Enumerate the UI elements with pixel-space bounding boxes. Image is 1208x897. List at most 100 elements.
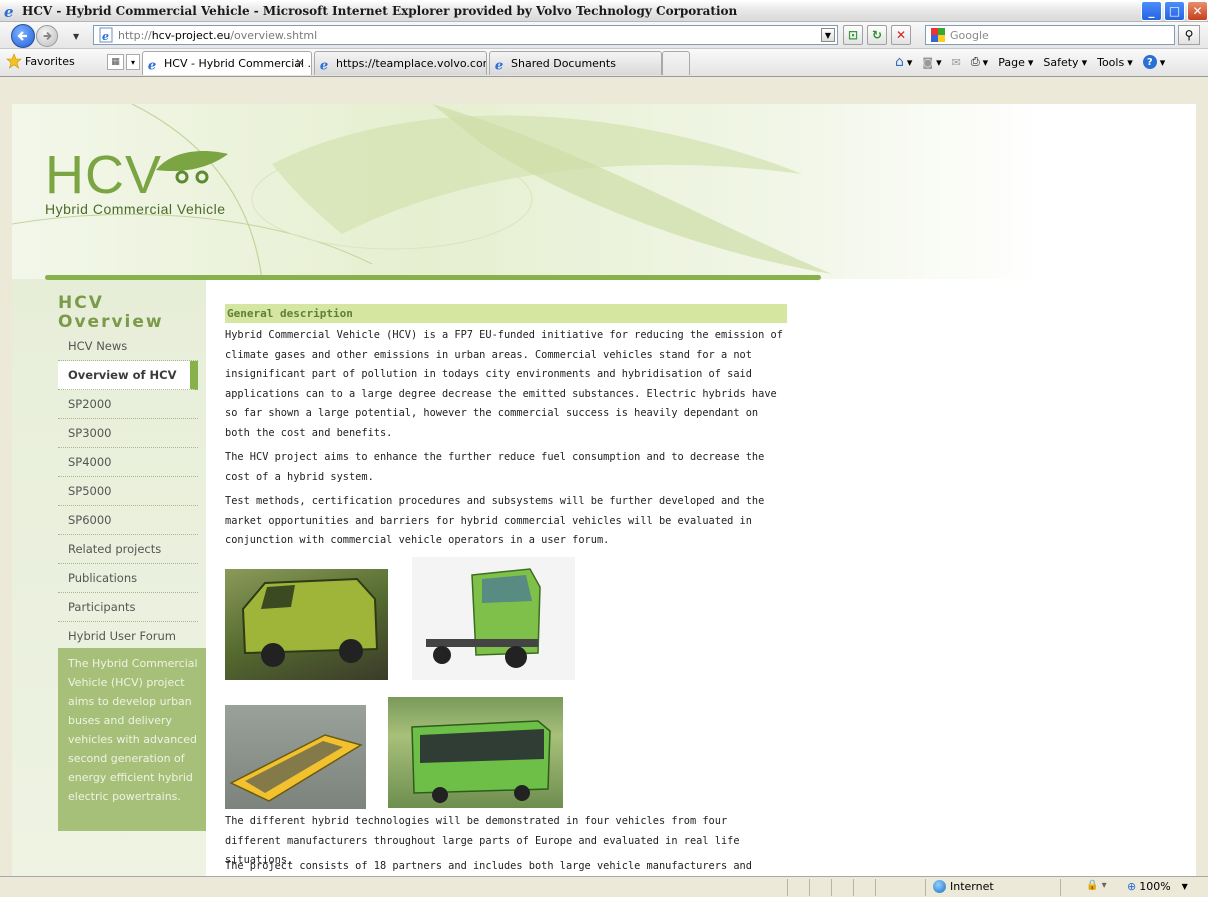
- compatibility-view-button[interactable]: ⊡: [843, 25, 863, 45]
- status-divider: [831, 879, 832, 896]
- paragraph: The project consists of 18 partners and …: [225, 860, 752, 872]
- feeds-button[interactable]: ◙ ▾: [922, 56, 941, 69]
- close-tab-button[interactable]: ✕: [295, 56, 305, 70]
- svg-text:e: e: [320, 58, 328, 71]
- title-bar: e HCV - Hybrid Commercial Vehicle - Micr…: [0, 0, 1208, 22]
- section-title-line2: Overview: [58, 312, 164, 332]
- svg-text:e: e: [4, 3, 14, 19]
- help-icon: ?: [1142, 55, 1157, 69]
- tab-teamplace[interactable]: e https://teamplace.volvo.com...: [314, 51, 487, 75]
- globe-icon: [933, 880, 946, 893]
- nav-item-related-projects[interactable]: Related projects: [58, 535, 198, 564]
- main-content: General description Hybrid Commercial Ve…: [225, 304, 787, 551]
- close-window-button[interactable]: ✕: [1187, 1, 1208, 21]
- page-viewport: HCV Hybrid Commercial Vehicle HCV Overvi…: [12, 104, 1196, 876]
- home-icon: ⌂: [895, 54, 904, 70]
- section-title-line1: HCV: [58, 293, 104, 313]
- window-frame-left: [0, 104, 12, 876]
- security-zone[interactable]: Internet: [933, 880, 994, 893]
- favorites-label: Favorites: [25, 54, 75, 68]
- new-tab-button[interactable]: [662, 51, 690, 75]
- tools-menu[interactable]: Tools ▾: [1097, 56, 1133, 69]
- forward-button[interactable]: [36, 25, 58, 47]
- url-text: http://hcv-project.eu/overview.shtml: [118, 28, 318, 42]
- mail-icon: ✉: [951, 55, 961, 69]
- google-icon: [931, 28, 945, 42]
- command-bar: ⌂ ▾ ◙ ▾ ✉ ⎙ ▾ Page ▾ Safety ▾ Tools ▾ ? …: [895, 54, 1165, 70]
- back-arrow-icon: [17, 31, 27, 41]
- window-controls: _ □ ✕: [1141, 1, 1208, 21]
- logo-leaf-icon: [156, 151, 228, 184]
- url-dropdown[interactable]: ▼: [821, 28, 835, 42]
- tab-label: https://teamplace.volvo.com...: [336, 57, 486, 70]
- print-button[interactable]: ⎙ ▾: [971, 55, 988, 69]
- minimize-button[interactable]: _: [1141, 1, 1162, 21]
- status-divider: [853, 879, 854, 896]
- section-title: HCV Overview: [58, 294, 164, 332]
- header-banner: HCV Hybrid Commercial Vehicle: [12, 104, 1042, 279]
- tools-menu-label: Tools: [1097, 55, 1125, 69]
- home-button[interactable]: ⌂ ▾: [895, 54, 912, 70]
- paragraph: Hybrid Commercial Vehicle (HCV) is a FP7…: [225, 329, 783, 439]
- stop-button[interactable]: ✕: [891, 25, 911, 45]
- tab-label: Shared Documents: [511, 57, 616, 70]
- printer-icon: ⎙: [970, 55, 980, 68]
- nav-item-overview-of-hcv[interactable]: Overview of HCV: [58, 361, 198, 390]
- search-button[interactable]: ⚲: [1178, 25, 1200, 45]
- favorites-star-icon: [6, 53, 22, 69]
- magnifier-icon: ⚲: [1184, 28, 1194, 42]
- nav-item-sp2000[interactable]: SP2000: [58, 390, 198, 419]
- nav-item-hybrid-user-forum[interactable]: Hybrid User Forum: [58, 622, 198, 651]
- safety-menu[interactable]: Safety ▾: [1043, 56, 1087, 69]
- nav-item-sp3000[interactable]: SP3000: [58, 419, 198, 448]
- zone-label: Internet: [950, 880, 994, 893]
- protected-mode-button[interactable]: 🔒 ▾: [1086, 880, 1107, 891]
- lock-icon: 🔒: [1086, 880, 1099, 891]
- search-field[interactable]: Google: [925, 25, 1175, 45]
- status-divider: [925, 879, 926, 896]
- zoom-dropdown-icon: ▼: [1181, 882, 1188, 891]
- window-title: HCV - Hybrid Commercial Vehicle - Micros…: [22, 3, 738, 18]
- svg-text:e: e: [495, 58, 503, 71]
- grid-icon: ▦: [111, 57, 120, 67]
- tab-area: Favorites ▦ ▾ e HCV - Hybrid Commercial …: [0, 49, 1208, 104]
- back-button[interactable]: [11, 24, 35, 48]
- status-divider: [809, 879, 810, 896]
- logo-subtitle: Hybrid Commercial Vehicle: [45, 201, 226, 217]
- nav-item-sp4000[interactable]: SP4000: [58, 448, 198, 477]
- tab-label: HCV - Hybrid Commercial ...: [164, 57, 312, 70]
- tab-list-dropdown[interactable]: ▾: [126, 54, 140, 70]
- svg-text:e: e: [148, 58, 156, 71]
- nav-item-participants[interactable]: Participants: [58, 593, 198, 622]
- address-toolbar: ▼ e http://hcv-project.eu/overview.shtml…: [0, 22, 1208, 49]
- read-mail-button[interactable]: ✉: [952, 56, 961, 69]
- quick-tabs-button[interactable]: ▦: [107, 54, 124, 70]
- vehicle-photo-van: [225, 569, 388, 680]
- zoom-icon: ⊕: [1127, 880, 1137, 893]
- nav-item-sp5000[interactable]: SP5000: [58, 477, 198, 506]
- status-divider: [875, 879, 876, 896]
- safety-menu-label: Safety: [1043, 55, 1079, 69]
- tab-hcv[interactable]: e HCV - Hybrid Commercial ... ✕: [142, 51, 312, 75]
- zoom-level-button[interactable]: ⊕ 100% ▼: [1127, 880, 1188, 893]
- paragraph: Test methods, certification procedures a…: [225, 495, 765, 546]
- page-menu-label: Page: [998, 55, 1025, 69]
- status-bar: Internet 🔒 ▾ ⊕ 100% ▼: [0, 876, 1208, 897]
- page-menu[interactable]: Page ▾: [998, 56, 1033, 69]
- internet-explorer-icon: e: [4, 3, 14, 19]
- favorites-button[interactable]: Favorites: [6, 53, 75, 69]
- tab-shared-documents[interactable]: e Shared Documents: [489, 51, 662, 75]
- vehicle-photo-truck: [412, 557, 575, 680]
- svg-text:e: e: [102, 30, 109, 43]
- address-field[interactable]: e http://hcv-project.eu/overview.shtml ▼: [93, 25, 838, 45]
- refresh-button[interactable]: ↻: [867, 25, 887, 45]
- help-button[interactable]: ? ▾: [1142, 55, 1165, 69]
- forward-arrow-icon: [43, 31, 52, 41]
- maximize-button[interactable]: □: [1164, 1, 1185, 21]
- history-dropdown[interactable]: ▼: [73, 32, 79, 41]
- logo-title: HCV: [45, 145, 163, 205]
- nav-item-sp6000[interactable]: SP6000: [58, 506, 198, 535]
- nav-item-hcv-news[interactable]: HCV News: [58, 332, 198, 361]
- leaf-decoration: [12, 104, 832, 279]
- nav-item-publications[interactable]: Publications: [58, 564, 198, 593]
